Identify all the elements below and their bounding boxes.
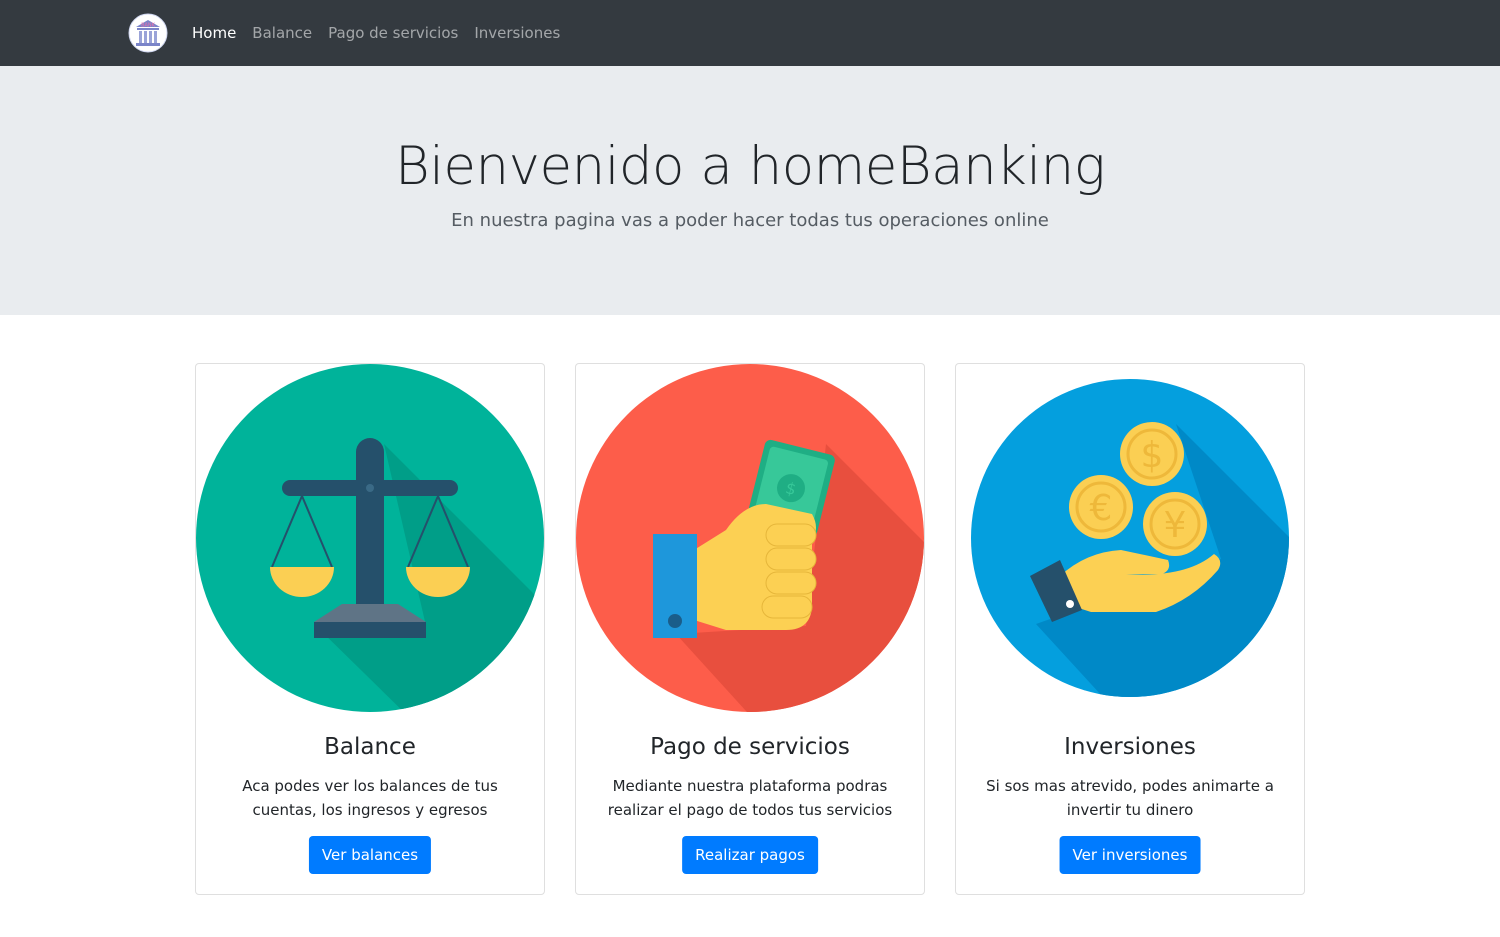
hero-subtitle: En nuestra pagina vas a poder hacer toda…	[451, 210, 1049, 231]
hand-money-icon: $	[576, 364, 924, 712]
coins-hand-icon: $ € ¥	[971, 379, 1289, 697]
hero-jumbotron: Bienvenido a homeBanking En nuestra pagi…	[0, 66, 1500, 315]
svg-text:€: €	[1090, 488, 1113, 529]
logo-text: BANK	[141, 23, 156, 29]
card-title-balance: Balance	[324, 734, 416, 760]
svg-text:$: $	[1141, 435, 1164, 476]
nav-link-balance[interactable]: Balance	[252, 24, 312, 42]
card-pago-de-servicios: $ Pago de servicios Mediante nuestra pla…	[575, 363, 925, 895]
card-title-inversiones: Inversiones	[1064, 734, 1196, 760]
nav-link-inversiones[interactable]: Inversiones	[474, 24, 560, 42]
card-inversiones: $ € ¥ Inversiones Si sos mas atrevido, p…	[955, 363, 1305, 895]
nav-link-home[interactable]: Home	[192, 24, 236, 42]
card-text-pago-de-servicios: Mediante nuestra plataforma podras reali…	[607, 777, 893, 819]
card-title-pago-de-servicios: Pago de servicios	[650, 734, 850, 760]
realizar-pagos-button[interactable]: Realizar pagos	[682, 836, 818, 874]
scale-icon	[196, 364, 544, 712]
card-balance: Balance Aca podes ver los balances de tu…	[195, 363, 545, 895]
ver-balances-button[interactable]: Ver balances	[308, 836, 432, 874]
card-text-inversiones: Si sos mas atrevido, podes animarte a in…	[986, 777, 1274, 819]
hero-title: Bienvenido a homeBanking	[395, 136, 1106, 197]
navbar: BANK Home Balance Pago de servicios Inve…	[0, 0, 1500, 66]
svg-text:¥: ¥	[1164, 505, 1187, 546]
bank-logo-icon[interactable]: BANK	[128, 13, 168, 53]
ver-inversiones-button[interactable]: Ver inversiones	[1059, 836, 1201, 874]
card-text-balance: Aca podes ver los balances de tus cuenta…	[242, 777, 498, 819]
nav-link-pago-de-servicios[interactable]: Pago de servicios	[328, 24, 458, 42]
